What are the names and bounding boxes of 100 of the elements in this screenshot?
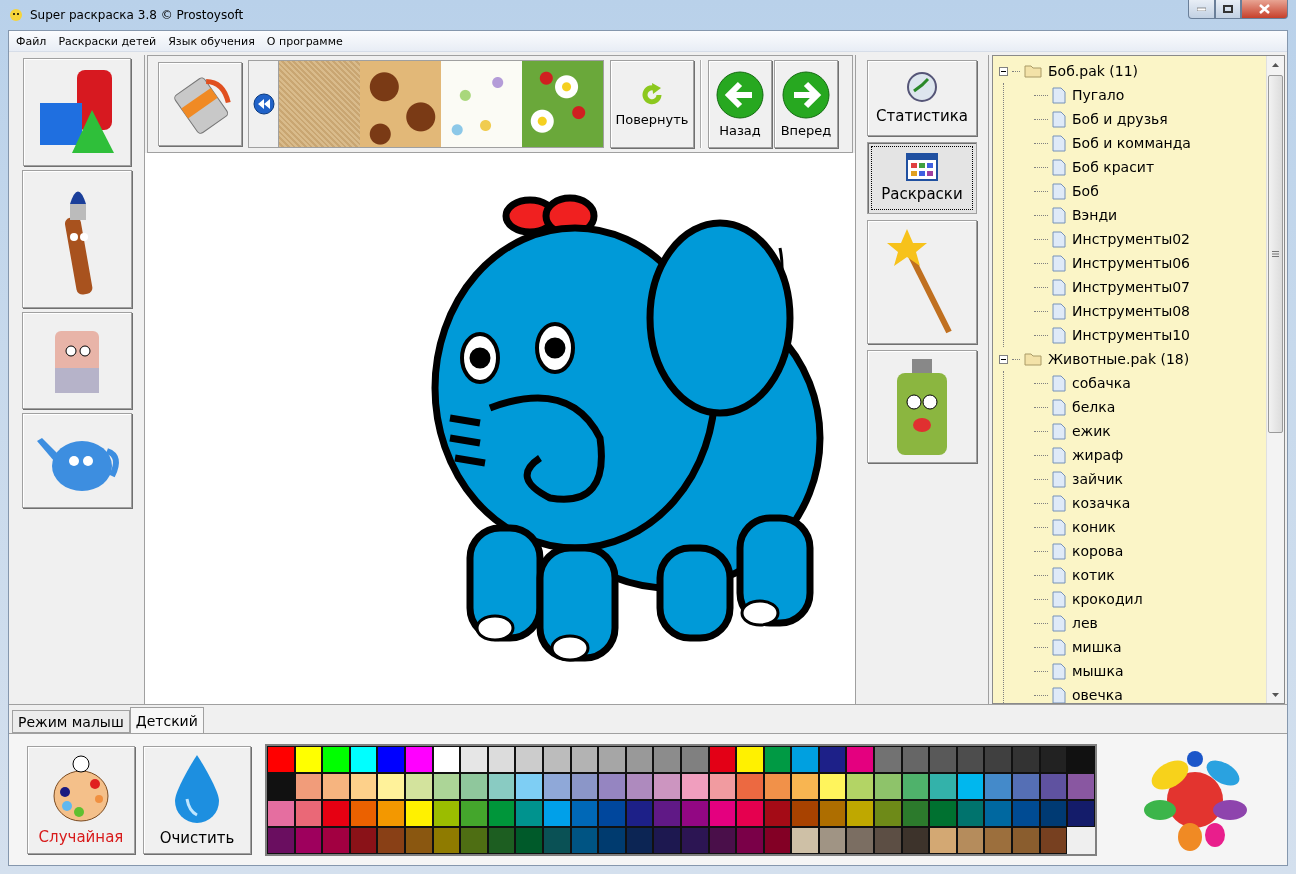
tree-item-label[interactable]: овечка: [1072, 687, 1123, 703]
color-swatch[interactable]: [404, 745, 433, 773]
collapse-toggle[interactable]: [999, 354, 1008, 364]
color-swatch[interactable]: [515, 826, 543, 854]
tree-item-label[interactable]: жираф: [1072, 447, 1124, 463]
tree-folder-label[interactable]: Животные.pak (18): [1048, 351, 1190, 367]
tree-item-label[interactable]: зайчик: [1072, 471, 1123, 487]
giraffe-texture-swatch[interactable]: [360, 61, 441, 147]
maximize-button[interactable]: [1215, 0, 1241, 19]
color-swatch[interactable]: [846, 826, 875, 854]
color-swatch[interactable]: [929, 826, 957, 854]
color-swatch[interactable]: [736, 799, 764, 827]
tree-item-label[interactable]: Боб красит: [1072, 159, 1155, 175]
color-swatch[interactable]: [901, 745, 930, 773]
color-swatch[interactable]: [598, 826, 626, 854]
color-swatch[interactable]: [1012, 799, 1040, 827]
color-swatch[interactable]: [267, 745, 295, 773]
tree-item-label[interactable]: Инструменты07: [1072, 279, 1190, 295]
color-swatch[interactable]: [763, 745, 792, 773]
action-button[interactable]: Очистить: [143, 745, 251, 854]
tree-item-label[interactable]: белка: [1072, 399, 1116, 415]
tree-folder-label[interactable]: Боб.pak (11): [1048, 63, 1138, 79]
color-swatch[interactable]: [791, 799, 819, 827]
nav-button[interactable]: Назад: [708, 60, 772, 148]
color-swatch[interactable]: [736, 745, 764, 773]
menu-item[interactable]: Язык обучения: [163, 32, 260, 50]
color-swatch[interactable]: [322, 826, 350, 854]
color-swatch[interactable]: [874, 745, 902, 773]
menu-item[interactable]: Раскраски детей: [53, 32, 162, 50]
tree-item-label[interactable]: Боб и друзья: [1072, 111, 1168, 127]
tree-item-label[interactable]: лев: [1072, 615, 1098, 631]
collapse-toggle[interactable]: [999, 66, 1008, 76]
tool-button[interactable]: [22, 58, 131, 166]
color-swatch[interactable]: [1039, 745, 1068, 773]
drawing-canvas[interactable]: [145, 153, 855, 704]
tree-item-label[interactable]: ежик: [1072, 423, 1111, 439]
tree-item-label[interactable]: котик: [1072, 567, 1115, 583]
color-swatch[interactable]: [929, 745, 957, 773]
color-swatch[interactable]: [846, 799, 875, 827]
mode-tab[interactable]: Детский: [129, 707, 204, 733]
tree-item-label[interactable]: Пугало: [1072, 87, 1125, 103]
color-swatch[interactable]: [267, 799, 295, 827]
tree-item-label[interactable]: коник: [1072, 519, 1116, 535]
tool-button[interactable]: [21, 312, 132, 409]
tree-item-label[interactable]: козачка: [1072, 495, 1131, 511]
color-swatch[interactable]: [377, 772, 405, 800]
tool-button[interactable]: [21, 413, 132, 508]
color-swatch[interactable]: [791, 745, 819, 773]
color-swatch[interactable]: [984, 826, 1013, 854]
color-swatch[interactable]: [1067, 745, 1095, 773]
color-swatch[interactable]: [515, 799, 543, 827]
color-swatch[interactable]: [460, 799, 488, 827]
tree-item-label[interactable]: корова: [1072, 543, 1124, 559]
color-swatch[interactable]: [625, 745, 654, 773]
color-swatch[interactable]: [515, 745, 543, 773]
tree-item-label[interactable]: мышка: [1072, 663, 1124, 679]
scroll-thumb[interactable]: [1268, 75, 1283, 433]
tool-button[interactable]: [21, 170, 132, 308]
color-swatch[interactable]: [460, 745, 488, 773]
color-swatch[interactable]: [294, 745, 323, 773]
color-swatch[interactable]: [874, 799, 902, 827]
color-swatch[interactable]: [956, 745, 985, 773]
color-swatch[interactable]: [460, 826, 488, 854]
color-swatch[interactable]: [377, 745, 405, 773]
tree-item-label[interactable]: собачка: [1072, 375, 1131, 391]
color-swatch[interactable]: [680, 745, 709, 773]
color-swatch[interactable]: [929, 772, 957, 800]
tree-item-label[interactable]: Инструменты06: [1072, 255, 1190, 271]
color-swatch[interactable]: [432, 745, 461, 773]
tree-item-label[interactable]: Боб: [1072, 183, 1099, 199]
color-swatch[interactable]: [846, 745, 875, 773]
scrollbar[interactable]: [1266, 56, 1284, 703]
color-swatch[interactable]: [1067, 799, 1095, 827]
tree-item-label[interactable]: Инструменты02: [1072, 231, 1190, 247]
tool-button[interactable]: [867, 220, 977, 344]
daisy-texture-swatch[interactable]: [522, 61, 603, 147]
fill-bucket-button[interactable]: [158, 62, 242, 146]
color-swatch[interactable]: [542, 745, 571, 773]
color-swatch[interactable]: [653, 799, 681, 827]
color-swatch[interactable]: [791, 826, 819, 854]
color-swatch[interactable]: [708, 745, 737, 773]
color-swatch[interactable]: [653, 745, 681, 773]
color-swatch[interactable]: [818, 745, 847, 773]
color-swatch[interactable]: [653, 826, 681, 854]
color-swatch[interactable]: [653, 772, 681, 800]
side-button[interactable]: Раскраски: [867, 142, 977, 214]
color-swatch[interactable]: [598, 745, 626, 773]
color-swatch[interactable]: [349, 745, 378, 773]
color-swatch[interactable]: [736, 772, 764, 800]
tree-item-label[interactable]: Инструменты08: [1072, 303, 1190, 319]
color-swatch[interactable]: [984, 772, 1013, 800]
color-swatch[interactable]: [984, 799, 1013, 827]
color-swatch[interactable]: [1012, 745, 1040, 773]
tool-button[interactable]: [867, 350, 977, 463]
flower-texture-swatch[interactable]: [441, 61, 522, 147]
action-button[interactable]: Случайная: [27, 745, 135, 854]
color-swatch[interactable]: [874, 826, 902, 854]
color-swatch[interactable]: [460, 772, 488, 800]
color-swatch[interactable]: [377, 826, 405, 854]
color-swatch[interactable]: [377, 799, 405, 827]
